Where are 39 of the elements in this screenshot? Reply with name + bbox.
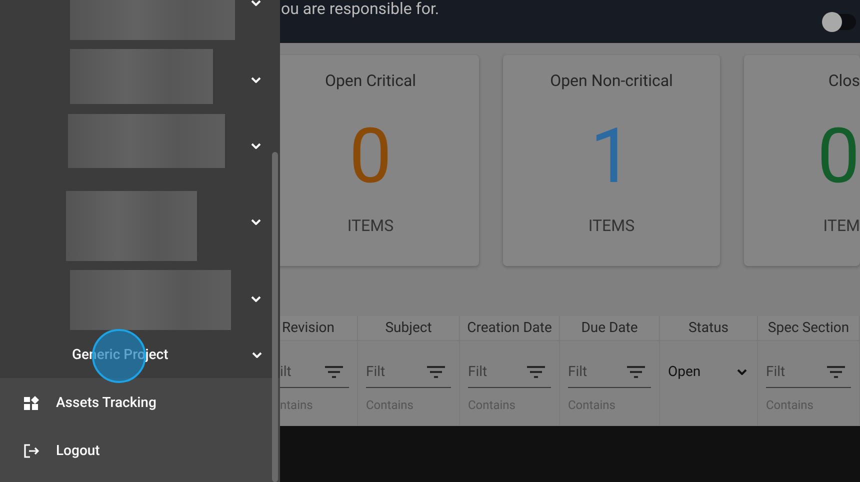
filter-field[interactable]: Filt (568, 360, 651, 388)
filter-field[interactable]: Filt (766, 360, 851, 388)
widgets-icon (24, 396, 40, 410)
filter-icon[interactable] (627, 366, 645, 378)
filter-icon[interactable] (325, 366, 343, 378)
filter-icon[interactable] (527, 366, 545, 378)
card-unit: ITEMS (347, 215, 394, 237)
column-header[interactable]: Creation Date (460, 316, 559, 341)
chevron-down-icon[interactable] (252, 352, 262, 358)
header-text: ou are responsible for. (281, 0, 440, 18)
chevron-down-icon[interactable] (251, 0, 261, 6)
filter-field[interactable]: Filt (468, 360, 551, 388)
chevron-down-icon[interactable] (251, 296, 261, 302)
card-title: Clos (828, 70, 860, 92)
card-unit: ITEMS (588, 215, 635, 237)
nav-link[interactable]: Assets Tracking (0, 379, 280, 427)
logout-icon (24, 444, 40, 458)
column-header[interactable]: Subject (358, 316, 459, 341)
item-count: 1 (590, 116, 633, 196)
card-title: Open Critical (324, 70, 416, 92)
item-count: 0 (349, 116, 392, 196)
chevron-down-icon (737, 369, 747, 375)
item-count: 0 (817, 116, 860, 196)
scrollbar[interactable] (272, 152, 278, 482)
chevron-down-icon[interactable] (251, 143, 261, 149)
toggle-switch[interactable] (822, 14, 856, 30)
filter-icon[interactable] (827, 366, 845, 378)
column-header[interactable]: Status (660, 316, 757, 341)
column-header[interactable]: Due Date (560, 316, 659, 341)
card-unit: ITEM (823, 215, 860, 237)
filter-field[interactable]: Filt (366, 360, 451, 388)
card-title: Open Non-critical (550, 70, 673, 92)
column-header[interactable]: Revision (280, 316, 357, 341)
filter-icon[interactable] (427, 366, 445, 378)
chevron-down-icon[interactable] (251, 77, 261, 83)
nav-link[interactable]: Logout (0, 427, 280, 475)
status-dropdown[interactable]: Open (668, 360, 749, 384)
column-header[interactable]: Spec Section (758, 316, 859, 341)
chevron-down-icon[interactable] (251, 219, 261, 225)
